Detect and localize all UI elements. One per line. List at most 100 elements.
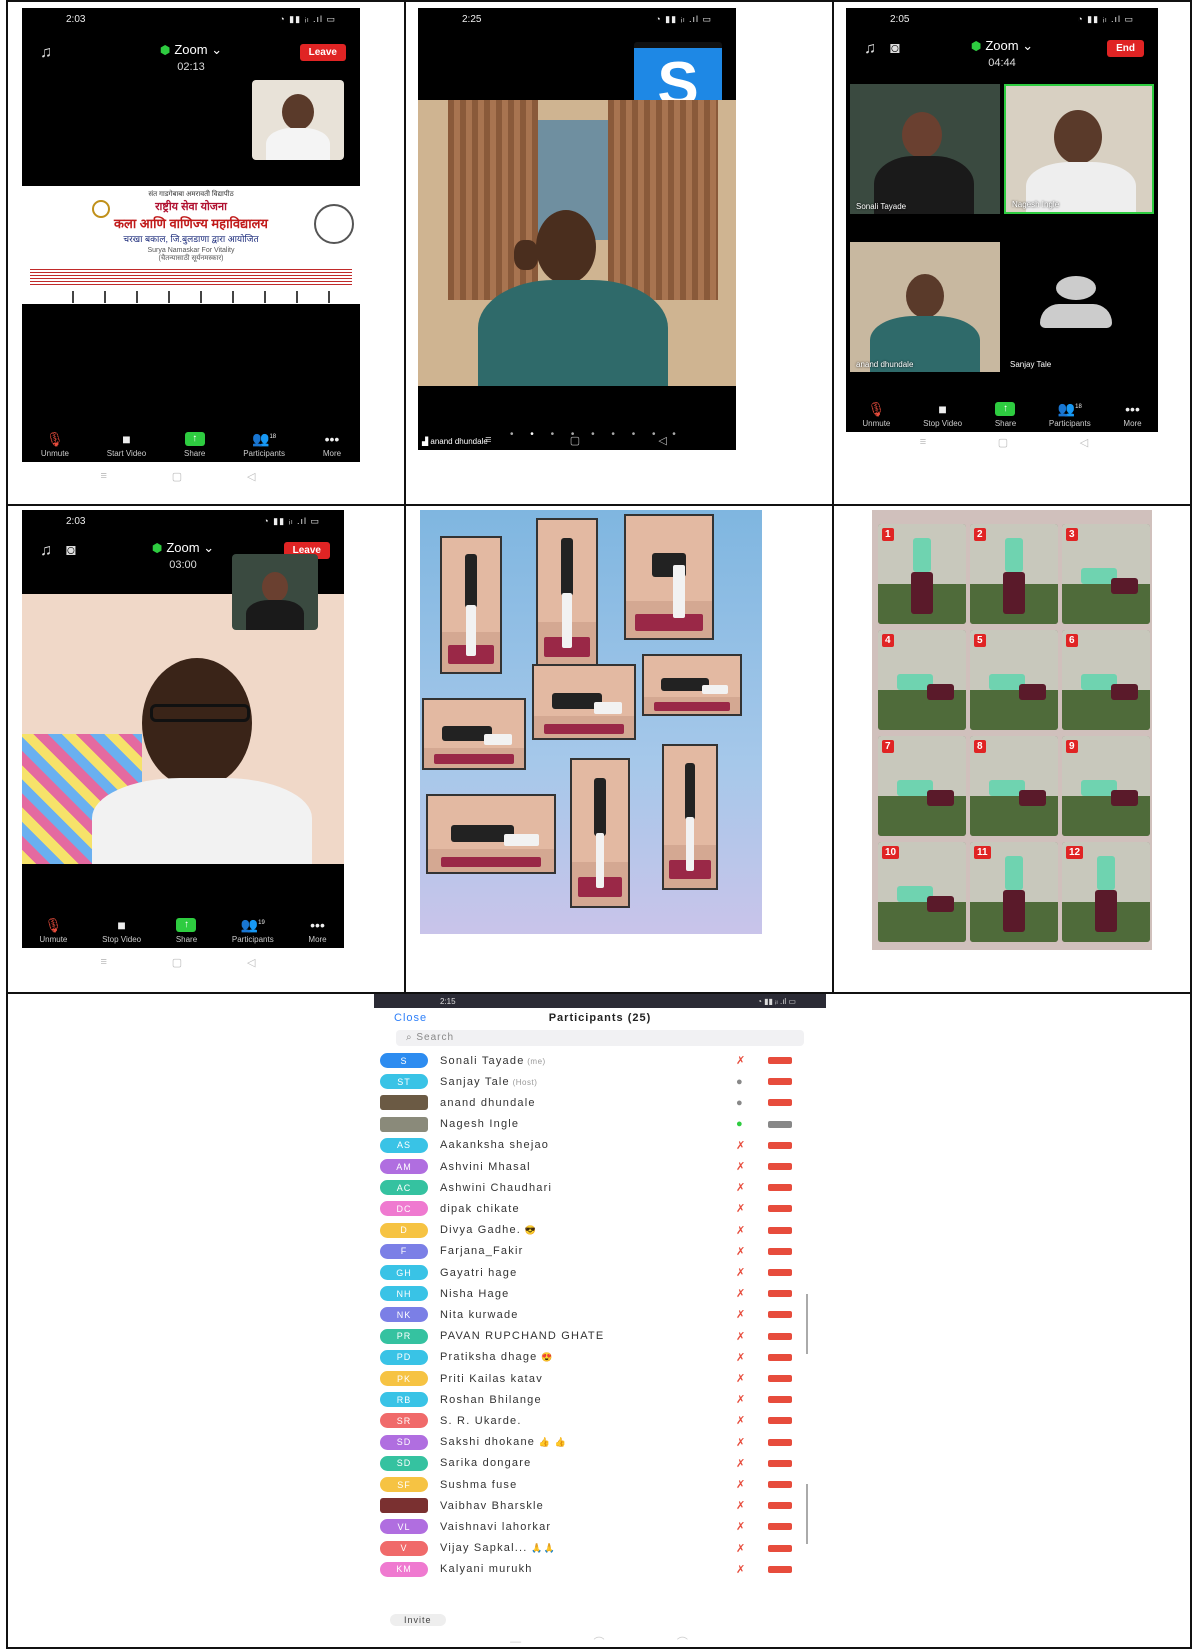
menu-nav-icon[interactable]: ≡ bbox=[485, 434, 491, 446]
video-tile-2[interactable]: Nagesh Ingle bbox=[1004, 84, 1154, 214]
menu-nav-icon[interactable]: ≡ bbox=[920, 436, 926, 448]
unmute-button[interactable]: 🎙 Unmute bbox=[41, 432, 69, 458]
participants-button[interactable]: 👥18 Participants bbox=[1049, 400, 1091, 428]
video-off-icon bbox=[768, 1544, 792, 1552]
participant-row[interactable]: V Vijay Sapkal... 🙏🙏 ✗ bbox=[374, 1538, 826, 1559]
menu-nav-icon[interactable]: — bbox=[510, 1636, 521, 1647]
participant-row[interactable]: AC Ashwini Chaudhari ✗ bbox=[374, 1177, 826, 1198]
mic-off-icon: ✗ bbox=[736, 1203, 746, 1216]
participant-row[interactable]: PD Pratiksha dhage 😍 ✗ bbox=[374, 1347, 826, 1368]
home-nav-icon[interactable]: ▢ bbox=[172, 470, 182, 483]
yoga-pose-photo bbox=[662, 744, 718, 890]
participant-row[interactable]: DC dipak chikate ✗ bbox=[374, 1198, 826, 1219]
stop-video-button[interactable]: ■ Stop Video bbox=[102, 918, 141, 944]
participant-row[interactable]: AS Aakanksha shejao ✗ bbox=[374, 1135, 826, 1156]
back-nav-icon[interactable]: ◁ bbox=[658, 434, 666, 447]
participant-name: Sonali Tayade (me) bbox=[440, 1054, 546, 1067]
poster-line-3: कला आणि वाणिज्य महाविद्यालय bbox=[114, 216, 268, 231]
leave-button[interactable]: Leave bbox=[299, 44, 346, 61]
unmute-button[interactable]: 🎙 Unmute bbox=[862, 402, 890, 428]
pose-number-badge: 8 bbox=[974, 740, 986, 753]
participant-row[interactable]: F Farjana_Fakir ✗ bbox=[374, 1241, 826, 1262]
participants-button[interactable]: 👥18 Participants bbox=[243, 430, 285, 458]
more-button[interactable]: ••• More bbox=[308, 918, 326, 944]
yoga-pose-photo bbox=[440, 536, 502, 674]
self-video-thumbnail[interactable] bbox=[232, 554, 318, 630]
menu-nav-icon[interactable]: ≡ bbox=[100, 956, 106, 968]
participant-row[interactable]: SF Sushma fuse ✗ bbox=[374, 1474, 826, 1495]
pose-number-badge: 7 bbox=[882, 740, 894, 753]
invite-button[interactable]: Invite bbox=[390, 1614, 446, 1626]
search-input[interactable]: ⌕ Search bbox=[396, 1030, 804, 1046]
speaker-video[interactable] bbox=[418, 100, 736, 386]
participant-row[interactable]: anand dhundale ● bbox=[374, 1092, 826, 1113]
yoga-pose-photo bbox=[570, 758, 630, 908]
scrollbar-lower[interactable] bbox=[806, 1484, 808, 1544]
participant-row[interactable]: SR S. R. Ukarde. ✗ bbox=[374, 1410, 826, 1431]
hand bbox=[514, 240, 538, 270]
more-button[interactable]: ••• More bbox=[1123, 402, 1141, 428]
participant-row[interactable]: VL Vaishnavi lahorkar ✗ bbox=[374, 1516, 826, 1537]
mic-off-icon: ✗ bbox=[736, 1563, 746, 1576]
share-button[interactable]: ↑ Share bbox=[176, 918, 197, 944]
home-nav-icon[interactable]: ▢ bbox=[172, 956, 182, 969]
share-button[interactable]: ↑ Share bbox=[184, 432, 205, 458]
share-button[interactable]: ↑ Share bbox=[995, 402, 1016, 428]
participant-name: Gayatri hage bbox=[440, 1266, 518, 1279]
participant-row[interactable]: SD Sakshi dhokane 👍 👍 ✗ bbox=[374, 1432, 826, 1453]
end-button[interactable]: End bbox=[1107, 40, 1144, 57]
user-avatar-icon bbox=[1056, 276, 1096, 300]
avatar bbox=[380, 1116, 428, 1132]
participant-row[interactable]: PK Priti Kailas katav ✗ bbox=[374, 1368, 826, 1389]
role-tag: (me) bbox=[524, 1056, 546, 1066]
emoji-reaction: 😎 bbox=[521, 1225, 538, 1236]
start-video-button[interactable]: ■ Start Video bbox=[107, 432, 146, 458]
mic-off-icon: 🎙 bbox=[46, 431, 64, 447]
video-tile-1[interactable]: Sonali Tayade bbox=[850, 84, 1000, 214]
unmute-button[interactable]: 🎙 Unmute bbox=[39, 918, 67, 944]
participants-icon: 👥19 bbox=[240, 917, 265, 933]
meeting-toolbar: 🎙 Unmute ■ Stop Video ↑ Share 👥18 Participan… bbox=[846, 390, 1158, 432]
self-video-thumbnail[interactable] bbox=[252, 80, 344, 160]
stop-video-button[interactable]: ■ Stop Video bbox=[923, 402, 962, 428]
video-off-icon bbox=[768, 1375, 792, 1382]
poster-line-2: राष्ट्रीय सेवा योजना bbox=[155, 201, 227, 213]
back-nav-icon[interactable]: ◁ bbox=[247, 470, 255, 483]
back-nav-icon[interactable]: ◁ bbox=[247, 956, 255, 969]
mic-off-icon: ✗ bbox=[736, 1245, 746, 1258]
home-nav-icon[interactable]: ⌒ bbox=[593, 1634, 604, 1647]
meeting-top-bar: ♫ ⬢ Zoom ⌄ 02:13 Leave bbox=[22, 38, 360, 78]
participant-row[interactable]: KM Kalyani murukh ✗ bbox=[374, 1559, 826, 1580]
home-nav-icon[interactable]: ▢ bbox=[570, 434, 580, 447]
back-nav-icon[interactable]: ◁ bbox=[1080, 436, 1088, 449]
participant-row[interactable]: RB Roshan Bhilange ✗ bbox=[374, 1389, 826, 1410]
video-tile-4[interactable]: Sanjay Tale bbox=[1004, 242, 1154, 372]
emoji-reaction: 👍 👍 bbox=[535, 1437, 568, 1448]
participant-row[interactable]: NK Nita kurwade ✗ bbox=[374, 1304, 826, 1325]
participant-name: Ashvini Mhasal bbox=[440, 1160, 531, 1173]
participant-row[interactable]: Nagesh Ingle ● bbox=[374, 1114, 826, 1135]
mic-off-icon: 🎙 bbox=[44, 917, 63, 933]
participant-row[interactable]: D Divya Gadhe. 😎 ✗ bbox=[374, 1220, 826, 1241]
participant-row[interactable]: SD Sarika dongare ✗ bbox=[374, 1453, 826, 1474]
participant-row[interactable]: NH Nisha Hage ✗ bbox=[374, 1283, 826, 1304]
scrollbar[interactable] bbox=[806, 1294, 808, 1354]
chevron-down-icon: ⌄ bbox=[1022, 38, 1034, 53]
speaker-video[interactable] bbox=[22, 594, 344, 864]
participants-button[interactable]: 👥19 Participants bbox=[232, 916, 274, 944]
menu-nav-icon[interactable]: ≡ bbox=[100, 470, 106, 482]
mic-off-icon: ✗ bbox=[736, 1415, 746, 1428]
video-tile-3[interactable]: anand dhundale bbox=[850, 242, 1000, 372]
tile-name-3: anand dhundale bbox=[856, 360, 914, 369]
android-nav-bar: ≡ ▢ ◁ bbox=[884, 434, 1124, 450]
participant-row[interactable]: ST Sanjay Tale (Host) ● bbox=[374, 1071, 826, 1092]
participant-row[interactable]: PR PAVAN RUPCHAND GHATE ✗ bbox=[374, 1326, 826, 1347]
participant-row[interactable]: Vaibhav Bharskle ✗ bbox=[374, 1495, 826, 1516]
participant-row[interactable]: AM Ashvini Mhasal ✗ bbox=[374, 1156, 826, 1177]
participant-name: Sarika dongare bbox=[440, 1457, 532, 1470]
participant-row[interactable]: GH Gayatri hage ✗ bbox=[374, 1262, 826, 1283]
home-nav-icon[interactable]: ▢ bbox=[998, 436, 1008, 449]
back-nav-icon[interactable]: ⌒ bbox=[677, 1634, 688, 1647]
more-button[interactable]: ••• More bbox=[323, 432, 341, 458]
participant-row[interactable]: S Sonali Tayade (me) ✗ bbox=[374, 1050, 826, 1071]
